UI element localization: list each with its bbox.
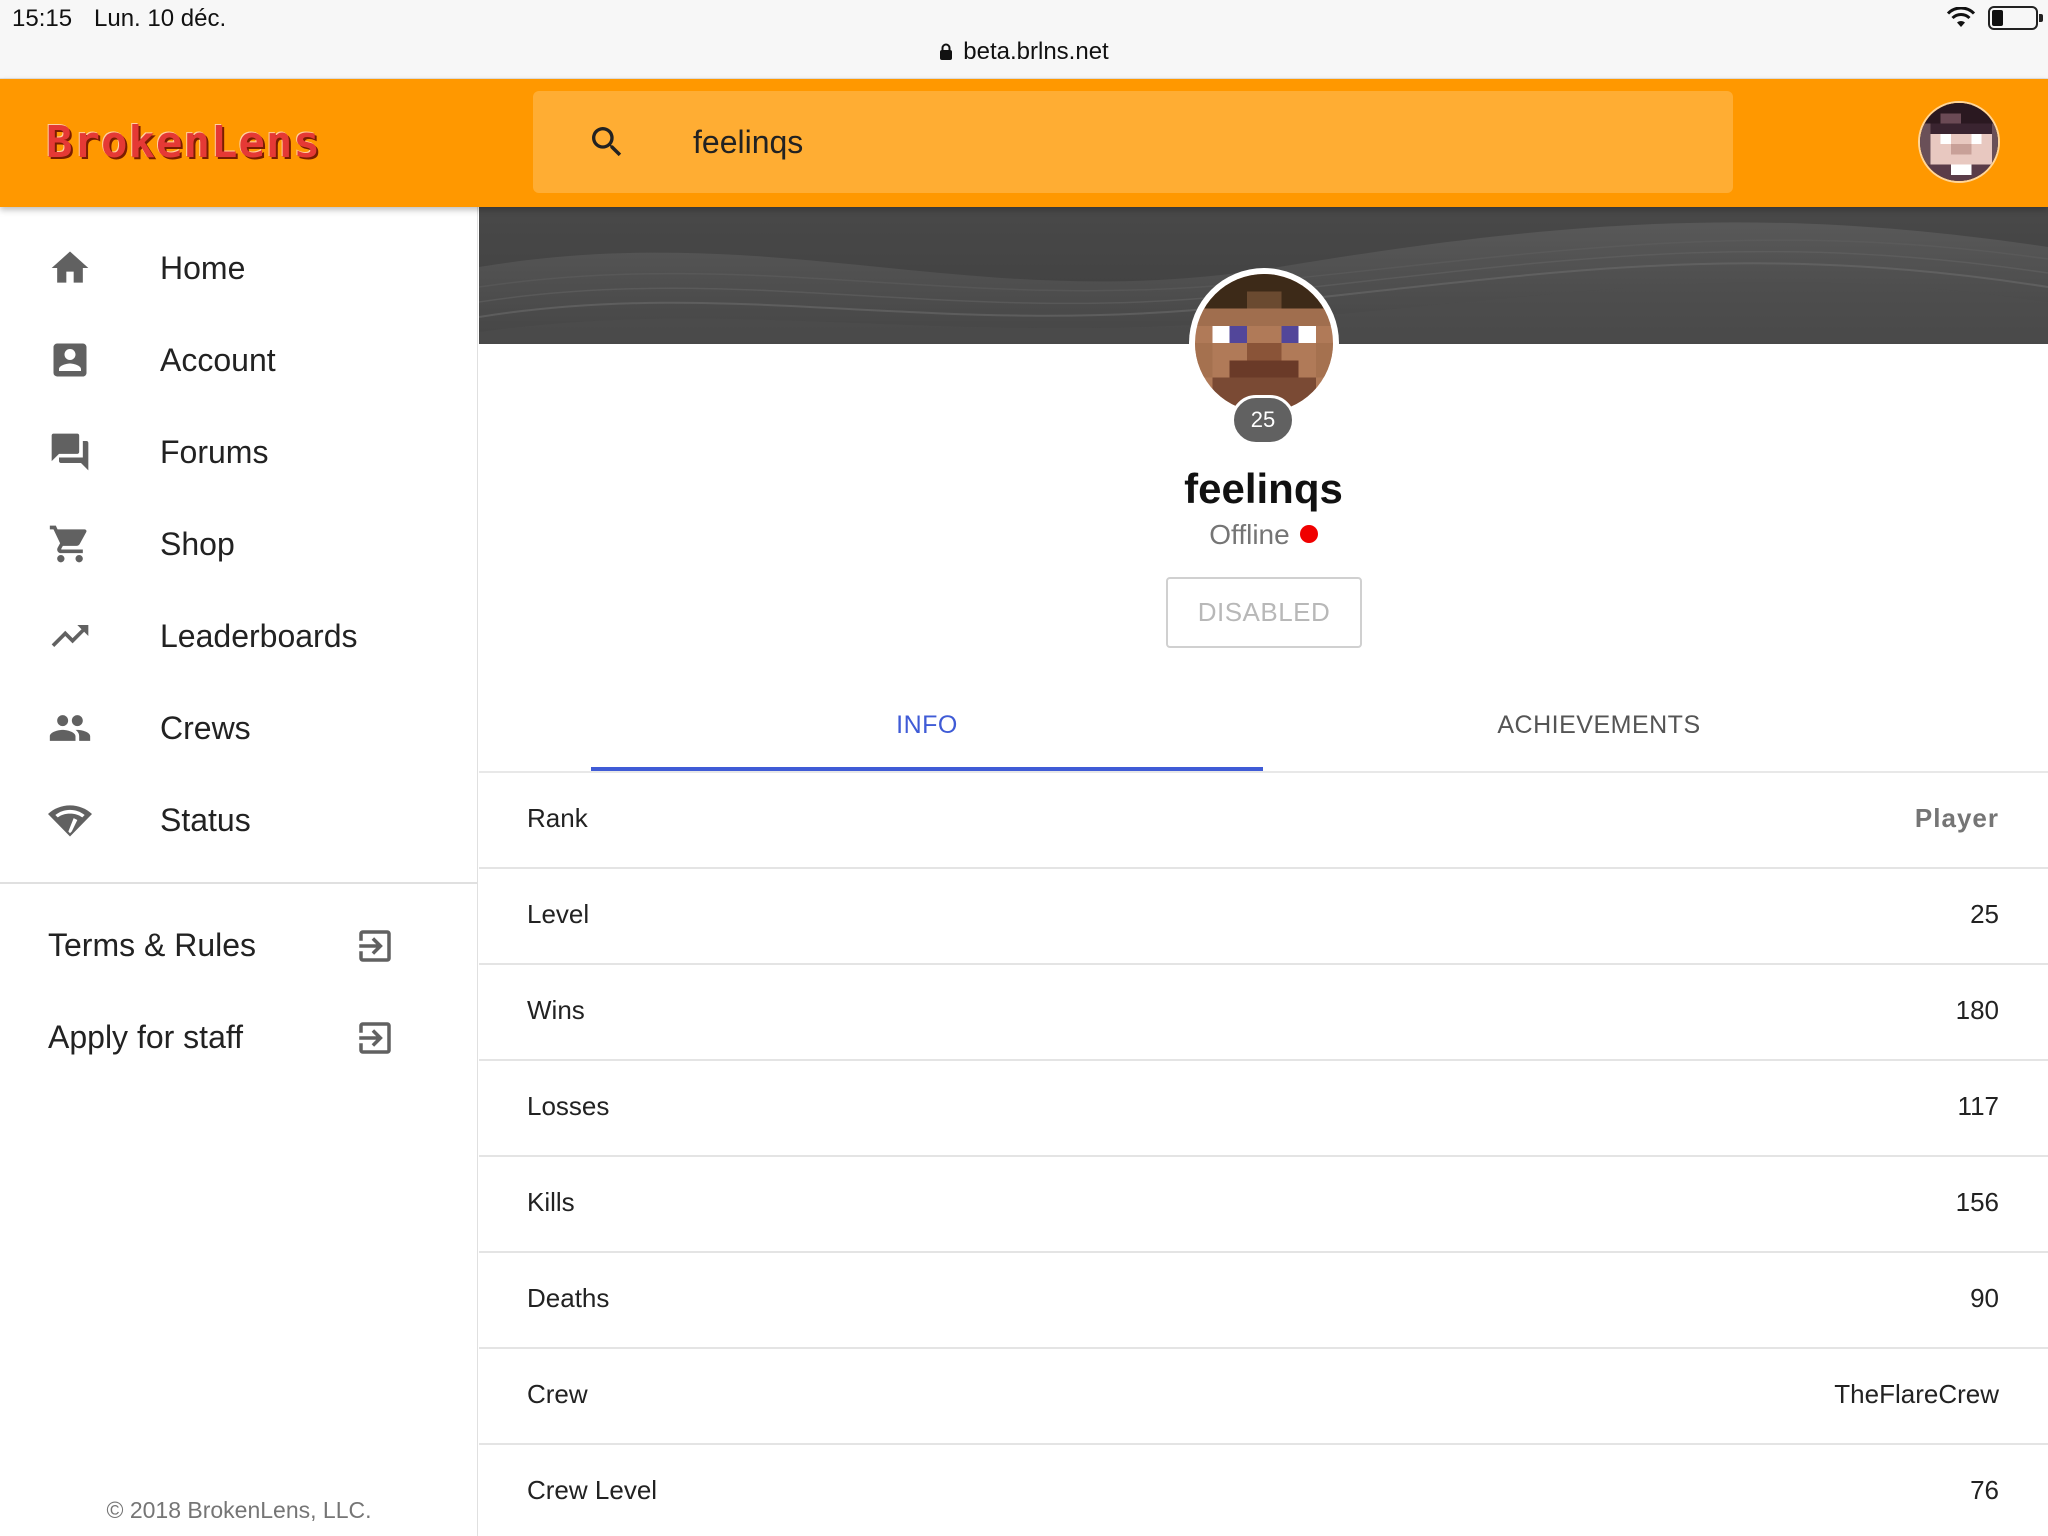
sidebar-item-leaderboards[interactable]: Leaderboards bbox=[0, 593, 478, 679]
status-time: 15:15 bbox=[12, 5, 73, 32]
row-value: 117 bbox=[1957, 1091, 1999, 1121]
info-table: Rank Player Level 25 Wins 180 Losses 117… bbox=[479, 773, 2048, 1536]
status-indicators bbox=[1946, 6, 2043, 30]
sidebar-item-label: Forums bbox=[160, 433, 269, 470]
tab-info[interactable]: INFO bbox=[591, 687, 1263, 773]
sidebar-item-shop[interactable]: Shop bbox=[0, 501, 478, 587]
search-icon[interactable] bbox=[587, 122, 627, 162]
table-row: Rank Player bbox=[479, 773, 2048, 869]
sidebar-item-label: Status bbox=[160, 801, 251, 838]
status-dot-icon bbox=[1299, 525, 1318, 543]
active-tab-indicator bbox=[591, 767, 1263, 771]
sidebar-divider bbox=[0, 882, 478, 884]
row-label: Crew Level bbox=[527, 1475, 658, 1505]
profile-tabs: INFO ACHIEVEMENTS bbox=[479, 687, 2048, 773]
sidebar-item-label: Leaderboards bbox=[160, 617, 358, 654]
level-badge: 25 bbox=[1231, 395, 1295, 445]
row-value: 76 bbox=[1970, 1475, 1999, 1505]
account-box-icon bbox=[53, 343, 87, 377]
sidebar-item-crews[interactable]: Crews bbox=[0, 685, 478, 771]
home-icon bbox=[51, 251, 89, 283]
sidebar-link-label: Apply for staff bbox=[48, 1019, 244, 1055]
table-row: Crew Level 76 bbox=[479, 1445, 2048, 1536]
presence-status-label: Offline bbox=[1209, 519, 1290, 550]
row-value: 180 bbox=[1955, 995, 1999, 1025]
people-icon bbox=[49, 715, 91, 741]
search-bar[interactable] bbox=[533, 91, 1733, 193]
address-bar[interactable]: beta.brlns.net bbox=[0, 38, 2048, 66]
table-row: Crew TheFlareCrew bbox=[479, 1349, 2048, 1445]
cart-icon bbox=[49, 525, 87, 563]
sidebar-item-label: Crews bbox=[160, 709, 251, 746]
table-row: Wins 180 bbox=[479, 965, 2048, 1061]
sidebar-link-terms[interactable]: Terms & Rules bbox=[0, 903, 478, 989]
sidebar-link-apply-staff[interactable]: Apply for staff bbox=[0, 995, 478, 1081]
battery-icon bbox=[1988, 6, 2043, 30]
row-label: Crew bbox=[527, 1379, 588, 1409]
disabled-button[interactable]: DISABLED bbox=[1166, 577, 1362, 648]
sidebar-link-label: Terms & Rules bbox=[48, 927, 257, 963]
row-value: 156 bbox=[1955, 1187, 1999, 1217]
ios-status-bar: 15:15 Lun. 10 déc. beta.brlns.net bbox=[0, 0, 2048, 79]
search-input[interactable] bbox=[693, 119, 1593, 165]
url-text: beta.brlns.net bbox=[963, 38, 1109, 65]
wifi-icon bbox=[1946, 7, 1976, 27]
row-label: Rank bbox=[527, 803, 588, 833]
row-label: Deaths bbox=[527, 1283, 610, 1313]
row-value: TheFlareCrew bbox=[1834, 1379, 1999, 1409]
table-row: Deaths 90 bbox=[479, 1253, 2048, 1349]
exit-to-app-icon bbox=[359, 1022, 391, 1054]
sidebar-item-label: Home bbox=[160, 249, 246, 286]
profile-page: 25 feelinqs Offline DISABLED INFO ACHIEV… bbox=[479, 207, 2048, 1536]
table-row: Losses 117 bbox=[479, 1061, 2048, 1157]
exit-to-app-icon bbox=[359, 930, 391, 962]
sidebar-item-home[interactable]: Home bbox=[0, 225, 478, 311]
lock-icon bbox=[940, 43, 953, 60]
table-row: Kills 156 bbox=[479, 1157, 2048, 1253]
trending-up-icon bbox=[51, 625, 89, 647]
brand-logo[interactable]: BrokenLens bbox=[46, 117, 321, 168]
app-bar: BrokenLens bbox=[0, 79, 2048, 207]
tab-achievements[interactable]: ACHIEVEMENTS bbox=[1263, 687, 1935, 773]
row-label: Wins bbox=[527, 995, 585, 1025]
table-row: Level 25 bbox=[479, 869, 2048, 965]
sidebar-nav: Home Account Forums Shop Leaderboards Cr… bbox=[0, 207, 478, 1536]
sidebar-item-label: Shop bbox=[160, 525, 235, 562]
presence-status: Offline bbox=[479, 519, 2048, 551]
row-value: Player bbox=[1914, 803, 1999, 833]
row-label: Kills bbox=[527, 1187, 575, 1217]
row-value: 25 bbox=[1970, 899, 1999, 929]
sidebar-item-label: Account bbox=[160, 341, 276, 378]
copyright-text: © 2018 BrokenLens, LLC. bbox=[106, 1497, 372, 1523]
row-label: Losses bbox=[527, 1091, 610, 1121]
status-date: Lun. 10 déc. bbox=[94, 5, 227, 32]
row-label: Level bbox=[527, 899, 590, 929]
forum-icon bbox=[51, 433, 89, 471]
sidebar-item-forums[interactable]: Forums bbox=[0, 409, 478, 495]
signal-icon bbox=[48, 805, 92, 837]
sidebar-item-status[interactable]: Status bbox=[0, 777, 478, 863]
user-avatar[interactable] bbox=[1918, 101, 2000, 183]
row-value: 90 bbox=[1970, 1283, 1999, 1313]
sidebar-item-account[interactable]: Account bbox=[0, 317, 478, 403]
profile-username: feelinqs bbox=[1184, 465, 1343, 512]
